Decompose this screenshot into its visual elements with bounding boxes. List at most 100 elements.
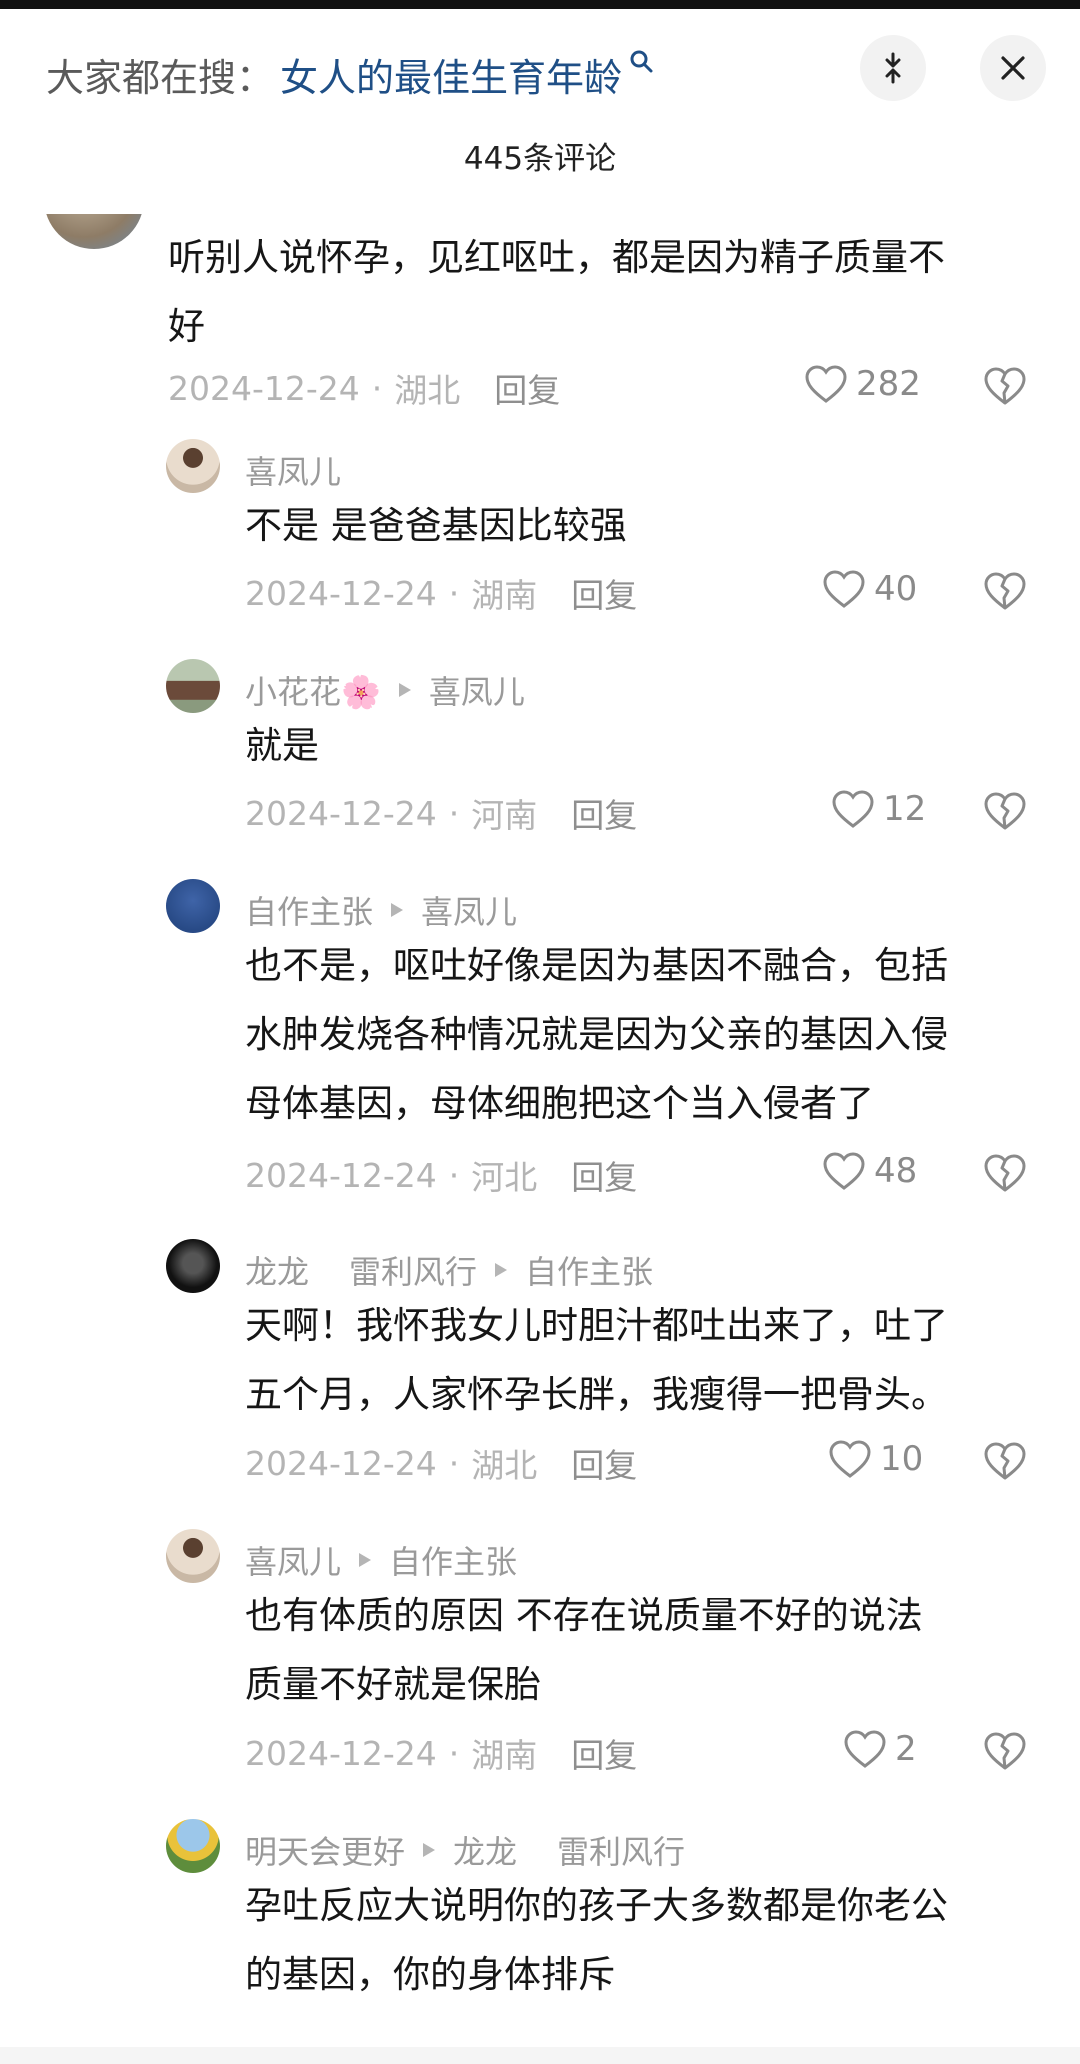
comment-region: 湖南 bbox=[471, 576, 538, 615]
author-name[interactable]: 龙龙 bbox=[245, 1247, 309, 1293]
heart-icon bbox=[823, 570, 865, 608]
comments-header: 大家都在搜： 女人的最佳生育年龄 445条评论 bbox=[0, 9, 1080, 214]
comment-date: 2024-12-24 bbox=[168, 368, 360, 408]
author-name[interactable]: 喜凤儿 bbox=[245, 1537, 341, 1583]
search-icon bbox=[630, 50, 653, 73]
author-alias[interactable]: 雷利风行 bbox=[349, 1247, 477, 1293]
author-row: 喜凤儿 自作主张 bbox=[245, 1537, 517, 1583]
comment-item: 听别人说怀孕，见红呕吐，都是因为精子质量不 好 2024-12-24 · 湖北 回复… bbox=[0, 149, 1080, 439]
comment-meta: 2024-12-24 · 湖北 回复 bbox=[245, 1439, 637, 1487]
reply-button[interactable]: 回复 bbox=[571, 569, 637, 617]
heart-icon bbox=[829, 1440, 871, 1478]
author-row: 自作主张 喜凤儿 bbox=[245, 887, 517, 933]
author-name[interactable]: 小花花🌸 bbox=[245, 667, 381, 713]
like-button[interactable]: 48 bbox=[822, 1151, 917, 1191]
like-count: 282 bbox=[856, 364, 921, 404]
broken-heart-icon[interactable] bbox=[983, 791, 1027, 831]
like-count: 40 bbox=[874, 569, 918, 609]
collapse-icon bbox=[885, 52, 901, 84]
heart-icon bbox=[844, 1730, 886, 1768]
like-button[interactable]: 282 bbox=[804, 364, 921, 404]
broken-heart-icon[interactable] bbox=[983, 571, 1027, 611]
reply-to-name[interactable]: 喜凤儿 bbox=[429, 667, 525, 713]
comment-region: 河北 bbox=[471, 1158, 538, 1197]
search-suggestion[interactable]: 大家都在搜： 女人的最佳生育年龄 bbox=[46, 39, 656, 109]
like-button[interactable]: 12 bbox=[831, 789, 926, 829]
heart-icon bbox=[805, 365, 847, 403]
comment-text: 就是 bbox=[245, 724, 319, 767]
comment-region: 湖北 bbox=[471, 1446, 538, 1485]
heart-icon bbox=[832, 790, 874, 828]
comment-meta: 2024-12-24 · 河北 回复 bbox=[245, 1151, 637, 1199]
play-arrow-icon bbox=[359, 1553, 372, 1567]
bottom-edge bbox=[0, 2047, 1080, 2064]
comment-date: 2024-12-24 bbox=[245, 573, 437, 613]
like-button[interactable]: 40 bbox=[822, 569, 917, 609]
reply-button[interactable]: 回复 bbox=[571, 1151, 637, 1199]
reply-item: 龙龙 雷利风行 自作主张 天啊！我怀我女儿时胆汁都吐出来了，吐了 五个月，人家怀… bbox=[0, 1239, 1080, 1529]
comment-count: 445条评论 bbox=[463, 141, 617, 177]
comment-text: 不是 是爸爸基因比较强 bbox=[245, 504, 627, 547]
reply-to-name[interactable]: 喜凤儿 bbox=[421, 887, 517, 933]
status-bar-strip bbox=[0, 0, 1080, 9]
reply-button[interactable]: 回复 bbox=[571, 1729, 637, 1777]
comment-meta: 2024-12-24 · 湖南 回复 bbox=[245, 1729, 637, 1777]
like-count: 10 bbox=[880, 1439, 924, 1479]
reply-button[interactable]: 回复 bbox=[571, 789, 637, 837]
author-row: 龙龙 雷利风行 自作主张 bbox=[245, 1247, 653, 1293]
broken-heart-icon[interactable] bbox=[983, 1153, 1027, 1193]
play-arrow-icon bbox=[423, 1843, 436, 1857]
collapse-button[interactable] bbox=[860, 35, 926, 101]
avatar[interactable] bbox=[166, 879, 220, 933]
avatar[interactable] bbox=[166, 439, 220, 493]
author-name[interactable]: 自作主张 bbox=[245, 887, 373, 933]
search-label: 大家都在搜： bbox=[46, 55, 275, 100]
reply-item: 喜凤儿 自作主张 也有体质的原因 不存在说质量不好的说法 质量不好就是保胎 20… bbox=[0, 1529, 1080, 1819]
author-name[interactable]: 明天会更好 bbox=[245, 1827, 405, 1873]
like-count: 12 bbox=[883, 789, 927, 829]
comment-text: 听别人说怀孕，见红呕吐，都是因为精子质量不 好 bbox=[168, 236, 945, 348]
play-arrow-icon bbox=[398, 683, 411, 697]
avatar[interactable] bbox=[166, 1239, 220, 1293]
reply-item: 喜凤儿 不是 是爸爸基因比较强 2024-12-24 · 湖南 回复 40 bbox=[0, 439, 1080, 659]
comment-text: 孕吐反应大说明你的孩子大多数都是你老公 的基因，你的身体排斥 bbox=[245, 1884, 948, 1996]
comment-region: 湖南 bbox=[471, 1736, 538, 1775]
reply-to-alias[interactable]: 雷利风行 bbox=[557, 1827, 685, 1873]
comment-date: 2024-12-24 bbox=[245, 1443, 437, 1483]
reply-item: 自作主张 喜凤儿 也不是，呕吐好像是因为基因不融合，包括 水肿发烧各种情况就是因… bbox=[0, 879, 1080, 1239]
comment-date: 2024-12-24 bbox=[245, 793, 437, 833]
like-button[interactable]: 2 bbox=[843, 1729, 917, 1769]
comment-region: 河南 bbox=[471, 796, 538, 835]
comment-meta: 2024-12-24 · 湖南 回复 bbox=[245, 569, 637, 617]
like-count: 2 bbox=[895, 1729, 917, 1769]
play-arrow-icon bbox=[391, 903, 404, 917]
broken-heart-icon[interactable] bbox=[983, 1731, 1027, 1771]
avatar[interactable] bbox=[166, 1529, 220, 1583]
comment-region: 湖北 bbox=[394, 371, 461, 410]
reply-to-name[interactable]: 自作主张 bbox=[389, 1537, 517, 1583]
author-name[interactable]: 喜凤儿 bbox=[245, 447, 341, 493]
comment-date: 2024-12-24 bbox=[245, 1155, 437, 1195]
broken-heart-icon[interactable] bbox=[983, 366, 1027, 406]
close-icon bbox=[1001, 56, 1025, 80]
comments-sheet: 大家都在搜： 女人的最佳生育年龄 445条评论 听别人说怀孕，见红呕吐，都是因为… bbox=[0, 9, 1080, 2064]
avatar[interactable] bbox=[166, 659, 220, 713]
close-button[interactable] bbox=[980, 35, 1046, 101]
reply-item: 小花花🌸 喜凤儿 就是 2024-12-24 · 河南 回复 12 bbox=[0, 659, 1080, 879]
avatar[interactable] bbox=[166, 1819, 220, 1873]
broken-heart-icon[interactable] bbox=[983, 1441, 1027, 1481]
reply-button[interactable]: 回复 bbox=[494, 364, 560, 412]
author-row: 小花花🌸 喜凤儿 bbox=[245, 667, 525, 713]
comment-text: 也有体质的原因 不存在说质量不好的说法 质量不好就是保胎 bbox=[245, 1594, 923, 1706]
author-row: 喜凤儿 bbox=[245, 447, 341, 493]
comment-text: 天啊！我怀我女儿时胆汁都吐出来了，吐了 五个月，人家怀孕长胖，我瘦得一把骨头。 bbox=[245, 1304, 948, 1416]
reply-button[interactable]: 回复 bbox=[571, 1439, 637, 1487]
reply-item: 明天会更好 龙龙 雷利风行 孕吐反应大说明你的孩子大多数都是你老公 的基因，你的… bbox=[0, 1819, 1080, 2059]
like-count: 48 bbox=[874, 1151, 918, 1191]
comment-meta: 2024-12-24 · 湖北 回复 bbox=[168, 364, 560, 412]
like-button[interactable]: 10 bbox=[828, 1439, 923, 1479]
reply-to-name[interactable]: 自作主张 bbox=[525, 1247, 653, 1293]
search-term-link[interactable]: 女人的最佳生育年龄 bbox=[280, 47, 622, 102]
comment-date: 2024-12-24 bbox=[245, 1733, 437, 1773]
reply-to-name[interactable]: 龙龙 bbox=[453, 1827, 517, 1873]
